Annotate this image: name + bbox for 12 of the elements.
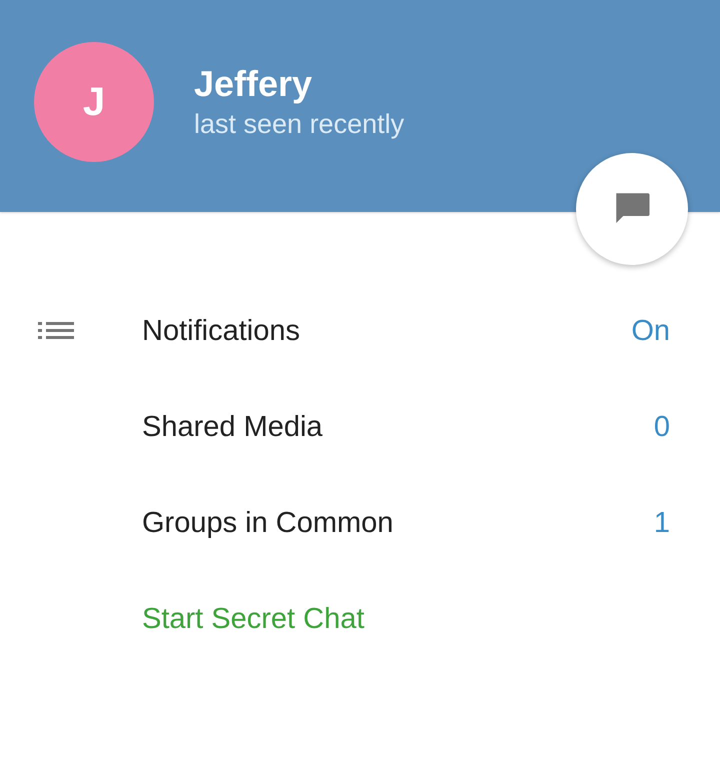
- row-label: Groups in Common: [142, 506, 394, 542]
- row-value: On: [631, 314, 670, 350]
- last-seen-status: last seen recently: [194, 108, 404, 141]
- profile-row[interactable]: Notifications On: [0, 284, 720, 380]
- profile-row[interactable]: Shared Media 0: [0, 380, 720, 476]
- secret-chat-link: Start Secret Chat: [142, 602, 364, 638]
- row-value: 0: [654, 410, 670, 446]
- contact-name: Jeffery: [194, 62, 314, 106]
- row-value: 1: [654, 506, 670, 542]
- row-label: Notifications: [142, 314, 301, 350]
- row-label: Shared Media: [142, 410, 324, 446]
- profile-row[interactable]: Groups in Common 1: [0, 476, 720, 572]
